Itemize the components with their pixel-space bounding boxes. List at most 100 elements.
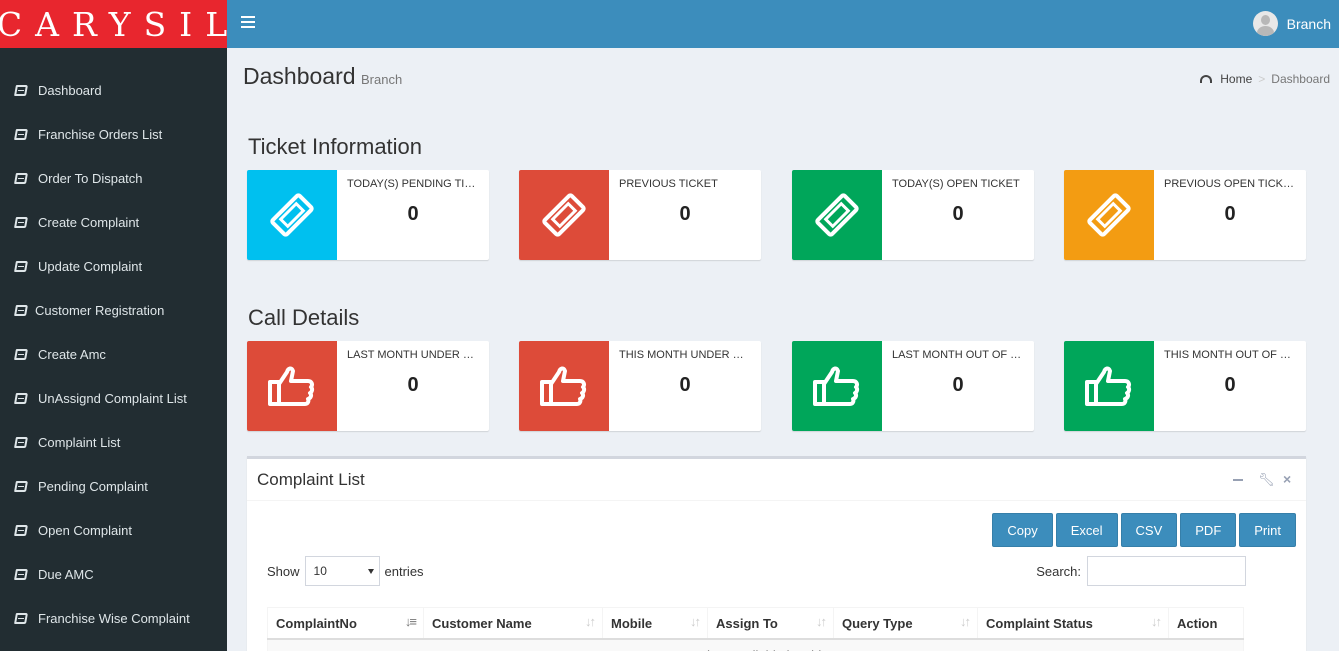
info-box-label: TODAY(S) OPEN TICKET [892,178,1020,190]
sidebar: Dashboard Franchise Orders List Order To… [0,48,227,651]
ticket-icon [519,170,609,260]
sort-icon: ↓↑ [585,614,596,629]
thumbs-up-icon [519,341,609,431]
info-box-value: 0 [407,203,419,225]
carysil-logo[interactable]: CARYSIL [0,0,227,48]
sidebar-item-label: Dashboard [38,82,102,98]
book-icon [14,612,28,624]
ticket-information-title: Ticket Information [248,134,423,159]
sidebar-item-unassigned-complaint-list[interactable]: UnAssignd Complaint List [0,376,227,420]
wrench-icon[interactable]: 🔧︎ [1258,473,1275,486]
thumbs-up-icon [792,341,882,431]
info-box-last-month-out-of-warranty[interactable]: LAST MONTH OUT OF WARRANTY 0 [792,341,1034,431]
sidebar-item-create-complaint[interactable]: Create Complaint [0,200,227,244]
excel-button[interactable]: Excel [1055,513,1118,547]
book-icon [14,216,28,228]
table-row: No data available in table [267,638,1244,651]
search-input[interactable] [1087,556,1246,586]
book-icon [14,392,28,404]
column-header-customer-name[interactable]: Customer Name ↓↑ [423,607,603,640]
sidebar-item-label: Order To Dispatch [38,170,143,186]
sidebar-item-complaint-list[interactable]: Complaint List [0,420,227,464]
book-icon [14,568,28,580]
thumbs-up-icon [247,341,337,431]
info-box-value: 0 [679,203,691,225]
sidebar-item-label: Create Complaint [38,214,140,230]
info-box-previous-open-ticket[interactable]: PREVIOUS OPEN TICKET 0 [1064,170,1306,260]
user-menu[interactable]: Branch [1252,11,1331,36]
ticket-icon [792,170,882,260]
sidebar-item-label: Customer Registration [35,302,165,318]
info-box-todays-open-ticket[interactable]: TODAY(S) OPEN TICKET 0 [792,170,1034,260]
print-button[interactable]: Print [1239,513,1296,547]
sidebar-item-label: Franchise Orders List [38,126,163,142]
sidebar-item-franchise-wise-complaint[interactable]: Franchise Wise Complaint [0,596,227,640]
sidebar-item-label: UnAssignd Complaint List [38,390,187,406]
column-header-complaint-status[interactable]: Complaint Status ↓↑ [977,607,1169,640]
sidebar-item-label: Due AMC [38,566,94,582]
pdf-button[interactable]: PDF [1180,513,1237,547]
book-icon [14,480,28,492]
collapse-icon[interactable] [1233,474,1244,485]
sidebar-item-order-to-dispatch[interactable]: Order To Dispatch [0,156,227,200]
info-box-value: 0 [1224,374,1236,396]
info-box-value: 0 [1224,203,1236,225]
complaint-list-title: Complaint List [257,470,365,489]
sidebar-item-open-complaint[interactable]: Open Complaint [0,508,227,552]
info-box-this-month-under-warranty[interactable]: THIS MONTH UNDER WARRANTY 0 [519,341,761,431]
info-box-value: 0 [679,374,691,396]
info-box-value: 0 [952,203,964,225]
csv-button[interactable]: CSV [1120,513,1178,547]
info-box-this-month-out-of-warranty[interactable]: THIS MONTH OUT OF WARRANTY 0 [1064,341,1306,431]
column-header-mobile[interactable]: Mobile ↓↑ [602,607,708,640]
sidebar-item-create-amc[interactable]: Create Amc [0,332,227,376]
breadcrumb-separator: > [1258,72,1266,86]
sidebar-item-customer-registration[interactable]: Customer Registration [0,288,227,332]
info-box-label: THIS MONTH UNDER WARRANTY [619,349,751,361]
book-icon [14,128,28,140]
info-box-label: LAST MONTH OUT OF WARRANTY [892,349,1024,361]
divider [247,500,1306,501]
info-box-last-month-under-warranty[interactable]: LAST MONTH UNDER WARRANTY 0 [247,341,489,431]
table-search: Search: [1036,556,1246,586]
column-header-query-type[interactable]: Query Type ↓↑ [833,607,978,640]
book-icon [14,172,28,184]
top-navbar: Branch [227,0,1339,48]
info-box-value: 0 [952,374,964,396]
page-length-select[interactable]: 10 [304,556,380,586]
column-header-assign-to[interactable]: Assign To ↓↑ [707,607,834,640]
sidebar-item-franchise-orders-list[interactable]: Franchise Orders List [0,112,227,156]
copy-button[interactable]: Copy [992,513,1053,547]
info-box-label: TODAY(S) PENDING TICKET [347,178,479,190]
book-icon [14,524,28,536]
sidebar-item-label: Update Complaint [38,258,143,274]
sidebar-item-due-amc[interactable]: Due AMC [0,552,227,596]
column-header-action: Action [1168,607,1244,640]
empty-table-message: No data available in table [267,638,1244,651]
bars-icon[interactable] [241,16,255,28]
page-subtitle: Branch [361,72,403,87]
book-icon [14,436,28,448]
sidebar-item-pending-complaint[interactable]: Pending Complaint [0,464,227,508]
book-icon [14,260,28,272]
info-box-label: THIS MONTH OUT OF WARRANTY [1164,349,1296,361]
show-label: Show [267,563,300,579]
logo-text: CARYSIL [0,4,241,44]
sidebar-item-label: Create Amc [38,346,106,362]
close-icon[interactable]: × [1283,472,1294,486]
sidebar-item-label: Pending Complaint [38,478,148,494]
user-name: Branch [1286,15,1331,32]
avatar [1252,11,1278,36]
sidebar-item-update-complaint[interactable]: Update Complaint [0,244,227,288]
info-box-value: 0 [407,374,419,396]
thumbs-up-icon [1064,341,1154,431]
sort-icon: ↓↑ [960,614,971,629]
page-title: Dashboard [243,63,356,89]
sidebar-item-dashboard[interactable]: Dashboard [0,68,227,112]
info-box-label: PREVIOUS TICKET [619,178,718,190]
breadcrumb-home-link[interactable]: Home [1220,72,1252,86]
info-box-previous-ticket[interactable]: PREVIOUS TICKET 0 [519,170,761,260]
info-box-todays-pending-ticket[interactable]: TODAY(S) PENDING TICKET 0 [247,170,489,260]
call-details-title: Call Details [248,305,360,330]
column-header-complaintno[interactable]: ComplaintNo ↓≡ [267,607,424,640]
